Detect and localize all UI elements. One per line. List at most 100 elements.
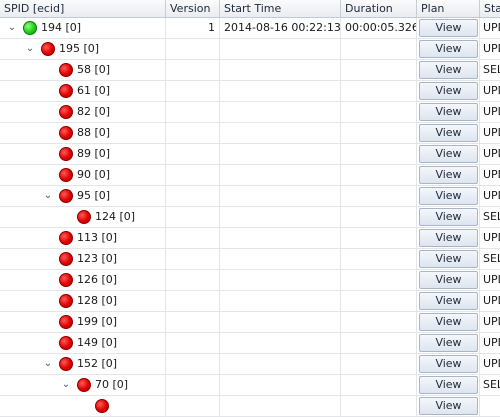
view-plan-button[interactable]: View	[419, 61, 478, 79]
version-cell	[166, 333, 220, 353]
view-plan-button[interactable]: View	[419, 376, 478, 394]
table-row[interactable]: 113 [0] View UPD	[0, 228, 500, 249]
status-blocked-icon	[59, 315, 73, 329]
view-plan-button[interactable]: View	[419, 40, 478, 58]
column-header-spid[interactable]: SPID [ecid]	[0, 0, 166, 17]
view-plan-button[interactable]: View	[419, 208, 478, 226]
table-row[interactable]: ⌄ 70 [0] View SEL	[0, 375, 500, 396]
statement-cell: SEL	[483, 210, 500, 223]
column-header-version[interactable]: Version	[166, 0, 220, 17]
table-row[interactable]: ⌄ 152 [0] View UPD	[0, 354, 500, 375]
table-row[interactable]: 149 [0] View UPD	[0, 333, 500, 354]
table-row[interactable]: 126 [0] View UPD	[0, 270, 500, 291]
spid-cell: 128 [0]	[0, 291, 166, 311]
chevron-down-icon[interactable]: ⌄	[24, 39, 36, 59]
status-blocked-icon	[59, 147, 73, 161]
spid-label: 124 [0]	[95, 210, 136, 223]
view-plan-button[interactable]: View	[419, 250, 478, 268]
spid-cell: 199 [0]	[0, 312, 166, 332]
column-header-plan[interactable]: Plan	[417, 0, 480, 17]
view-plan-button[interactable]: View	[419, 187, 478, 205]
view-plan-button[interactable]: View	[419, 334, 478, 352]
view-plan-button[interactable]: View	[419, 145, 478, 163]
status-blocked-icon	[59, 294, 73, 308]
version-cell	[166, 354, 220, 374]
spid-label: 82 [0]	[77, 105, 111, 118]
table-row[interactable]: 89 [0] View UPD	[0, 144, 500, 165]
statement-cell: SEL	[483, 252, 500, 265]
statement-cell: UPD	[483, 357, 500, 370]
table-row[interactable]: 58 [0] View SEL	[0, 60, 500, 81]
view-plan-button[interactable]: View	[419, 124, 478, 142]
status-blocked-icon	[59, 126, 73, 140]
status-blocked-icon	[59, 168, 73, 182]
statement-cell: UPD	[483, 126, 500, 139]
chevron-down-icon[interactable]: ⌄	[42, 354, 54, 374]
view-plan-button[interactable]: View	[419, 355, 478, 373]
version-cell	[166, 207, 220, 227]
statement-cell: UPD	[483, 294, 500, 307]
plan-cell: View	[417, 228, 480, 248]
table-row[interactable]: 82 [0] View UPD	[0, 102, 500, 123]
status-blocked-icon	[59, 63, 73, 77]
view-plan-button[interactable]: View	[419, 229, 478, 247]
status-blocked-icon	[59, 189, 73, 203]
table-row[interactable]: 199 [0] View UPD	[0, 312, 500, 333]
view-plan-button[interactable]: View	[419, 313, 478, 331]
spid-cell: 82 [0]	[0, 102, 166, 122]
duration-cell	[341, 270, 417, 290]
statement-cell: UPD	[483, 147, 500, 160]
table-row[interactable]: 88 [0] View UPD	[0, 123, 500, 144]
version-cell	[166, 144, 220, 164]
view-plan-button[interactable]: View	[419, 82, 478, 100]
chevron-down-icon[interactable]: ⌄	[42, 186, 54, 206]
table-row[interactable]: 61 [0] View UPD	[0, 81, 500, 102]
start-time-cell	[220, 396, 341, 416]
column-header-start-time[interactable]: Start Time	[220, 0, 341, 17]
view-plan-button[interactable]: View	[419, 397, 478, 415]
duration-cell	[341, 81, 417, 101]
plan-cell: View	[417, 354, 480, 374]
table-row[interactable]: 128 [0] View UPD	[0, 291, 500, 312]
table-row[interactable]: View	[0, 396, 500, 417]
view-plan-button[interactable]: View	[419, 271, 478, 289]
statement-cell: SEL	[483, 63, 500, 76]
table-row[interactable]: ⌄ 95 [0] View UPD	[0, 186, 500, 207]
plan-cell: View	[417, 375, 480, 395]
spid-cell: 58 [0]	[0, 60, 166, 80]
status-running-icon	[23, 21, 37, 35]
view-plan-button[interactable]: View	[419, 103, 478, 121]
table-row[interactable]: 124 [0] View SEL	[0, 207, 500, 228]
column-header-duration[interactable]: Duration	[341, 0, 417, 17]
chevron-down-icon[interactable]: ⌄	[6, 18, 18, 38]
plan-cell: View	[417, 291, 480, 311]
start-time-cell	[220, 249, 341, 269]
table-row[interactable]: 123 [0] View SEL	[0, 249, 500, 270]
status-blocked-icon	[77, 378, 91, 392]
statement-cell: UPD	[483, 273, 500, 286]
table-row[interactable]: ⌄ 195 [0] View UPD	[0, 39, 500, 60]
start-time-cell	[220, 186, 341, 206]
duration-cell	[341, 102, 417, 122]
view-plan-button[interactable]: View	[419, 19, 478, 37]
version-cell	[166, 60, 220, 80]
statement-cell: UPD	[483, 42, 500, 55]
chevron-down-icon[interactable]: ⌄	[60, 375, 72, 395]
column-header-statement[interactable]: Sta	[480, 0, 500, 17]
spid-label: 199 [0]	[77, 315, 118, 328]
start-time-cell	[220, 60, 341, 80]
spid-cell	[0, 396, 166, 416]
duration-cell	[341, 123, 417, 143]
view-plan-button[interactable]: View	[419, 292, 478, 310]
table-row[interactable]: 90 [0] View UPD	[0, 165, 500, 186]
spid-label: 194 [0]	[41, 21, 82, 34]
plan-cell: View	[417, 18, 480, 38]
spid-label: 70 [0]	[95, 378, 129, 391]
view-plan-button[interactable]: View	[419, 166, 478, 184]
status-blocked-icon	[59, 336, 73, 350]
version-cell	[166, 375, 220, 395]
plan-cell: View	[417, 207, 480, 227]
table-row[interactable]: ⌄ 194 [0] 1 2014-08-16 00:22:13 00:00:05.326…	[0, 18, 500, 39]
plan-cell: View	[417, 333, 480, 353]
spid-label: 95 [0]	[77, 189, 111, 202]
